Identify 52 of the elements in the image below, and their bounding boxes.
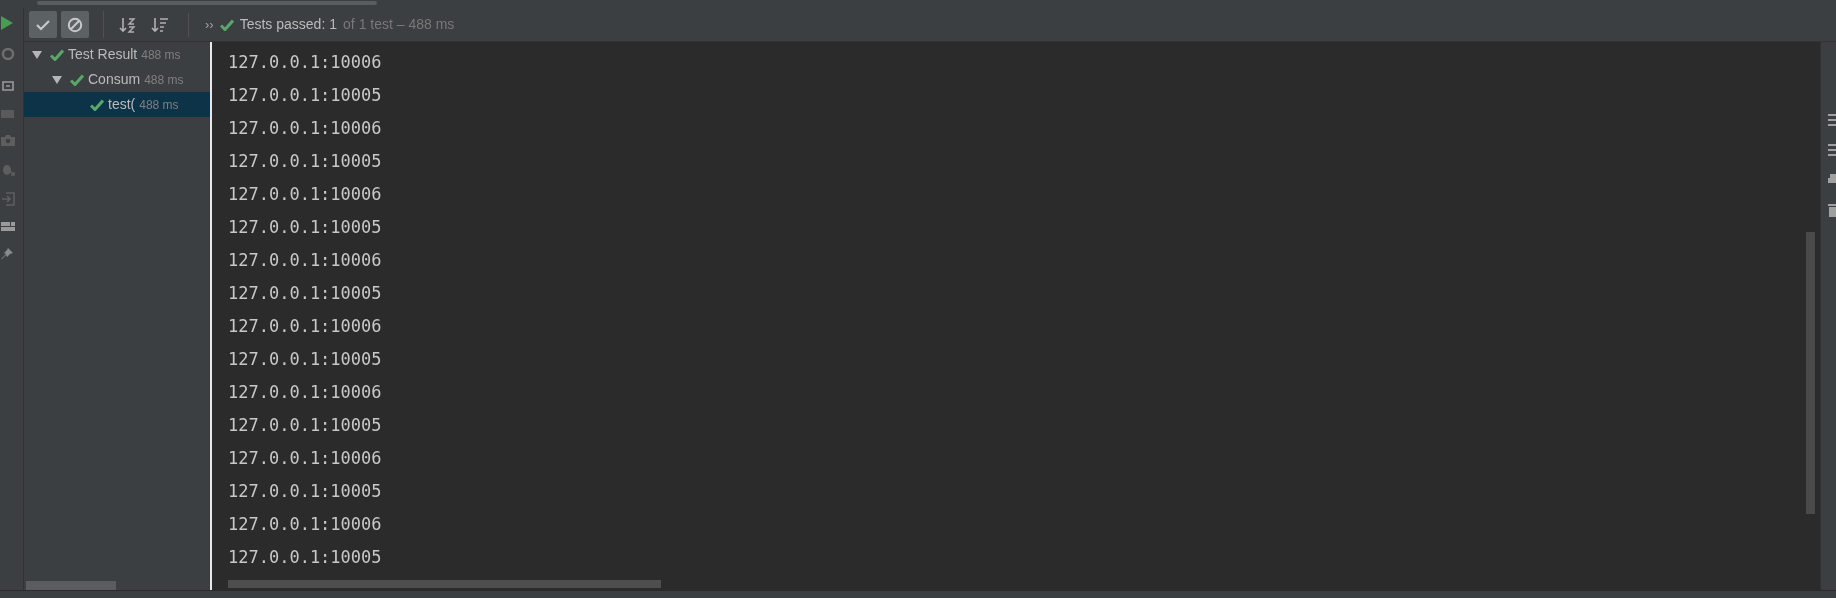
check-icon: [70, 73, 84, 86]
lines-icon[interactable]: [1828, 144, 1836, 156]
pin-icon[interactable]: [1, 248, 13, 260]
status-label: Tests passed:: [239, 15, 326, 34]
tree-item[interactable]: Consum 488 ms: [24, 67, 210, 92]
console-line: 127.0.0.1:10005: [228, 546, 382, 569]
camera-icon[interactable]: [1, 134, 15, 146]
import-icon[interactable]: [1, 192, 15, 206]
scrollbar-thumb[interactable]: [228, 580, 661, 588]
console-line: 127.0.0.1:10005: [228, 282, 382, 305]
expand-button[interactable]: ››: [205, 14, 214, 35]
console-line: 127.0.0.1:10005: [228, 348, 382, 371]
check-icon: [35, 17, 51, 32]
layout-icon[interactable]: [1, 222, 15, 232]
tree-item[interactable]: Test Result 488 ms: [24, 42, 210, 67]
test-name: test(: [108, 95, 136, 114]
tree-item[interactable]: test( 488 ms: [24, 92, 210, 117]
console-line: 127.0.0.1:10006: [228, 117, 382, 140]
status-count: 1: [329, 15, 338, 34]
run-icon[interactable]: [1, 16, 13, 30]
console-line: 127.0.0.1:10005: [228, 480, 382, 503]
console-line: 127.0.0.1:10005: [228, 150, 382, 173]
test-duration: 488 ms: [141, 46, 181, 64]
scrollbar-thumb[interactable]: [1806, 232, 1815, 514]
check-icon: [90, 98, 104, 111]
toggle-icon[interactable]: [1, 78, 15, 94]
console-line: 127.0.0.1:10006: [228, 51, 382, 74]
expanded-arrow-icon[interactable]: [32, 49, 42, 60]
toolbar-button[interactable]: [29, 11, 57, 38]
test-duration: 488 ms: [139, 96, 179, 114]
console-line: 127.0.0.1:10006: [228, 249, 382, 272]
lines-icon[interactable]: [1828, 114, 1836, 126]
console-line: 127.0.0.1:10006: [228, 183, 382, 206]
console-line: 127.0.0.1:10006: [228, 513, 382, 536]
scrollbar-thumb[interactable]: [26, 580, 116, 590]
console-line: 127.0.0.1:10005: [228, 414, 382, 437]
toolbar-button[interactable]: [61, 11, 89, 38]
check-icon: [50, 48, 64, 61]
test-duration: 488 ms: [144, 71, 184, 89]
test-name: Test Result: [68, 45, 138, 64]
sort-alpha-icon: [119, 15, 137, 34]
status-detail: of 1 test – 488 ms: [343, 15, 455, 34]
check-icon: [219, 18, 234, 31]
prohibited-icon: [67, 16, 83, 33]
console-line: 127.0.0.1:10005: [228, 216, 382, 239]
console-line: 127.0.0.1:10006: [228, 447, 382, 470]
console-line: 127.0.0.1:10006: [228, 315, 382, 338]
expanded-arrow-icon[interactable]: [52, 74, 62, 85]
console-line: 127.0.0.1:10006: [228, 381, 382, 404]
console-line: 127.0.0.1:10005: [228, 84, 382, 107]
test-name: Consum: [88, 70, 141, 89]
sort-list-icon: [151, 15, 169, 34]
